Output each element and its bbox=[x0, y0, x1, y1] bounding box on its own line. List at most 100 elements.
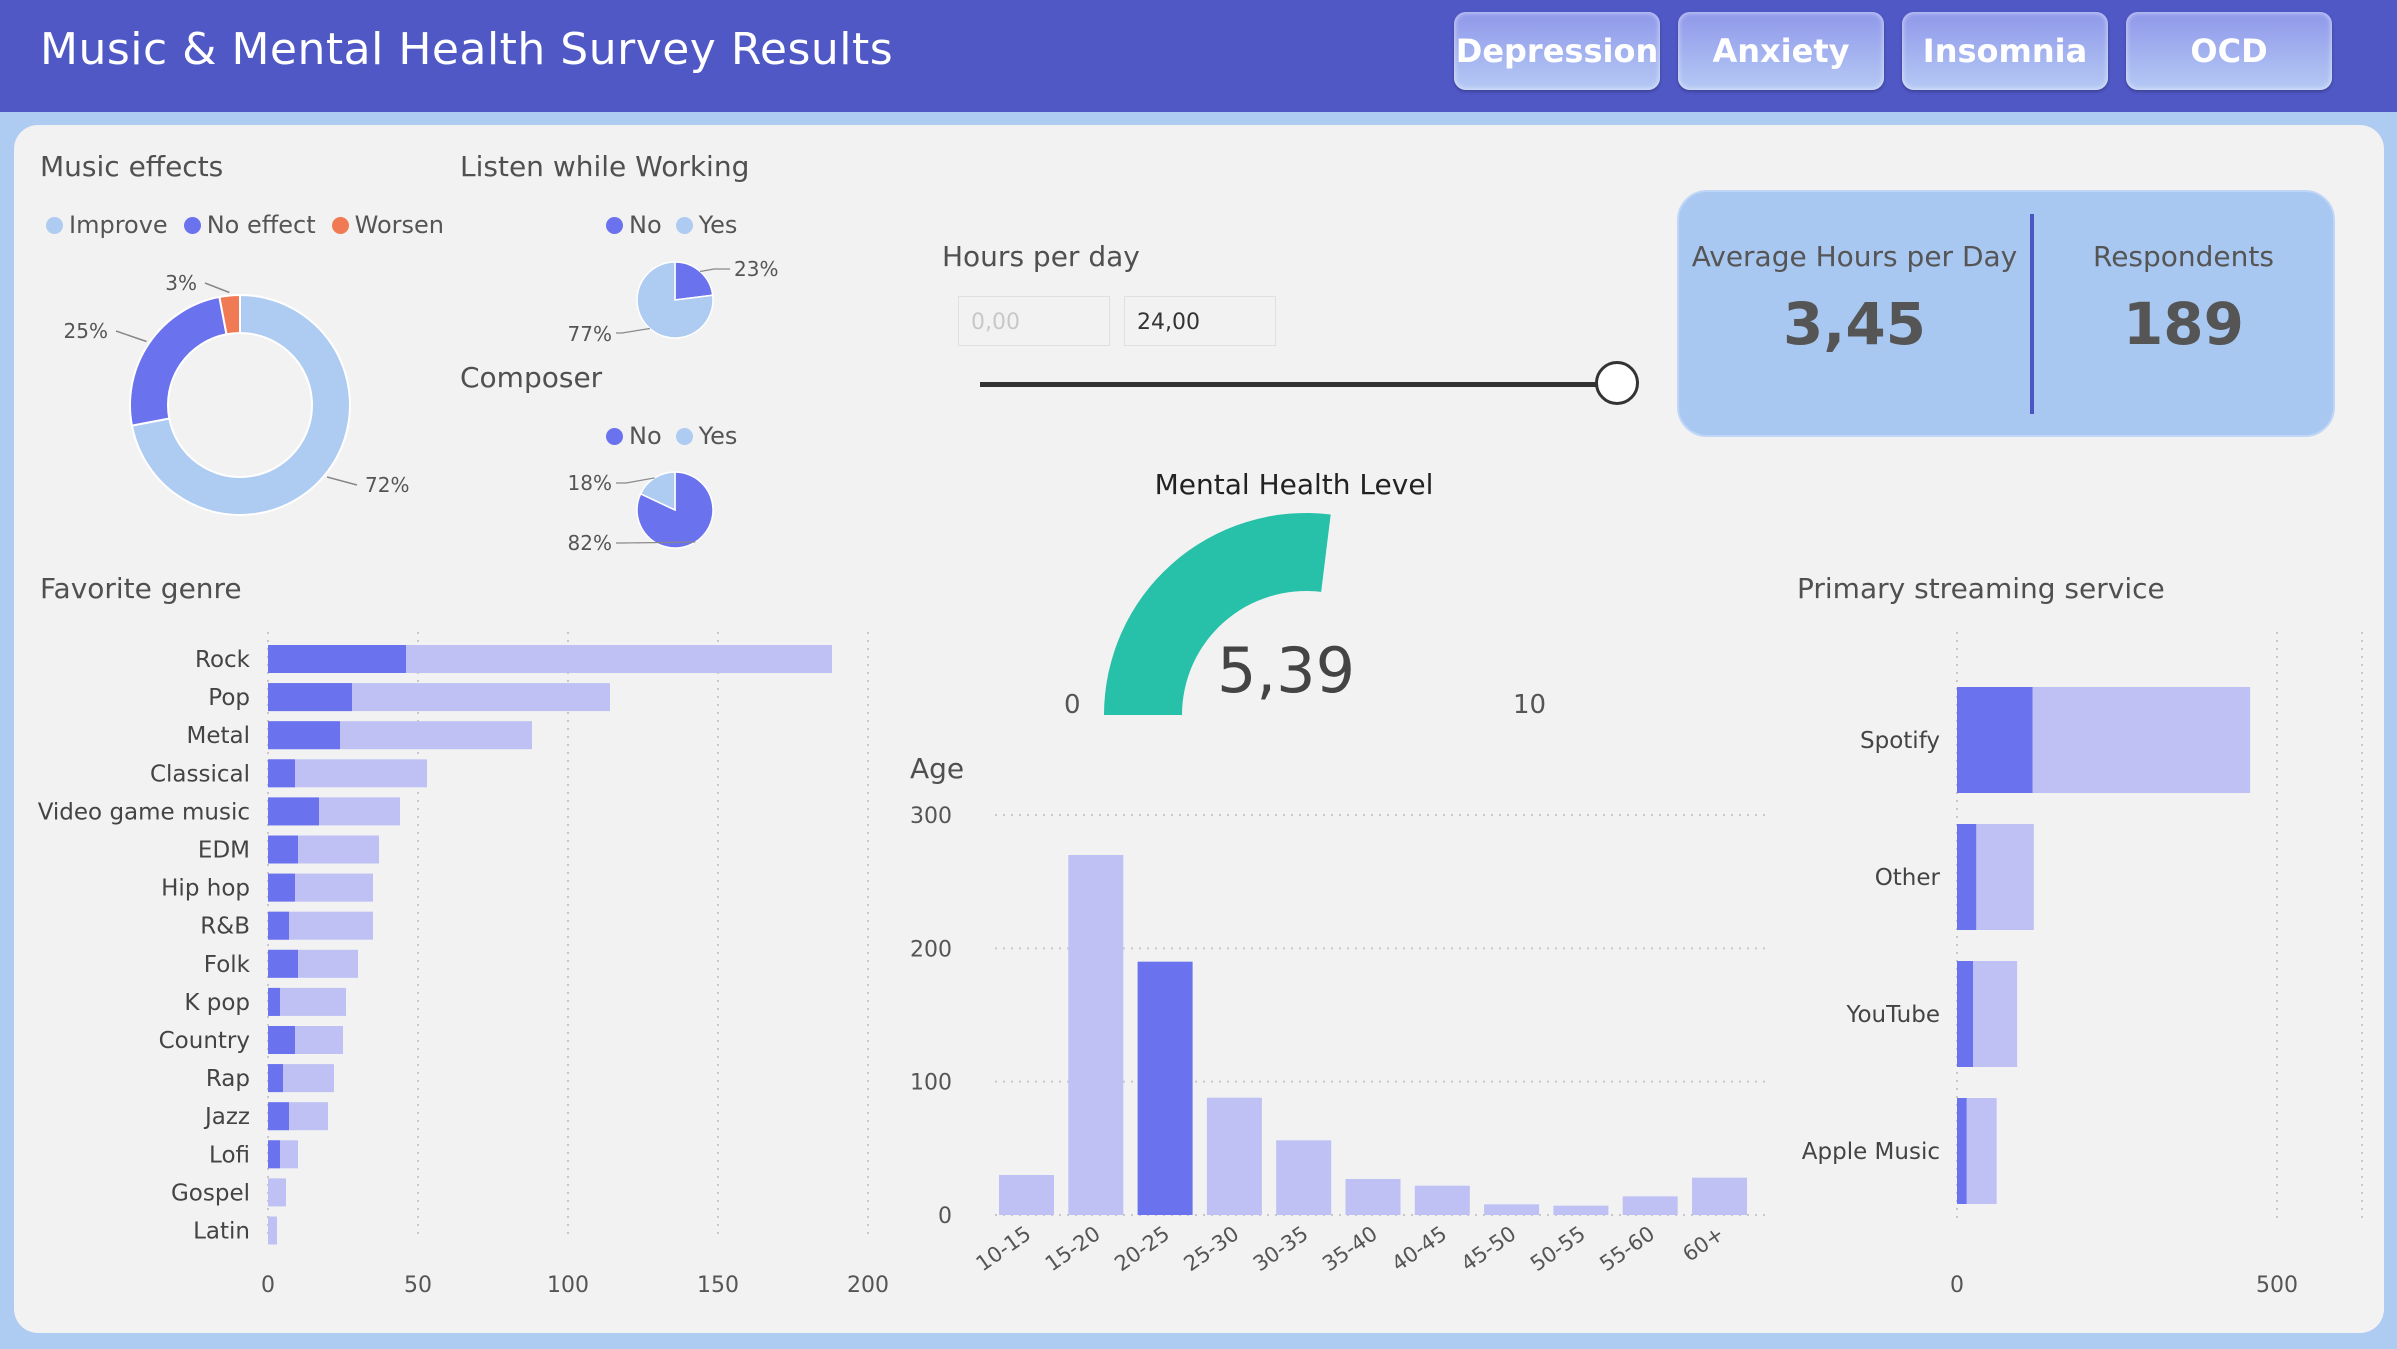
bar-highlight bbox=[268, 911, 289, 940]
category-label: Country bbox=[159, 1028, 250, 1054]
legend-dot-worsen bbox=[331, 216, 349, 234]
music-effects-donut: 72% 25% 3% bbox=[64, 271, 409, 516]
legend-yes: Yes bbox=[698, 422, 738, 450]
category-label: Folk bbox=[204, 952, 251, 978]
bar-highlight bbox=[268, 721, 340, 750]
tab-insomnia[interactable]: Insomnia bbox=[1902, 12, 2108, 90]
legend-dot-no-effect bbox=[183, 216, 201, 234]
age-chart: 0 100 200 300 10-15 15-20 20-25 25-30 30-35 35-40… bbox=[910, 804, 1770, 1276]
bar-highlight bbox=[268, 797, 319, 826]
listen-working-title: Listen while Working bbox=[460, 150, 750, 183]
bar bbox=[1414, 1185, 1470, 1215]
category-label: YouTube bbox=[1845, 1002, 1940, 1028]
composer-pie: 18% 82% bbox=[568, 471, 714, 555]
data-label: 82% bbox=[568, 531, 612, 555]
bar-highlight bbox=[268, 987, 280, 1016]
bar bbox=[1206, 1097, 1262, 1215]
x-tick-label: 0 bbox=[1950, 1273, 1964, 1298]
category-label: Gospel bbox=[171, 1180, 250, 1206]
category-label: Rock bbox=[195, 647, 251, 673]
streaming-title: Primary streaming service bbox=[1797, 572, 2165, 605]
slice-no-effect bbox=[129, 295, 228, 427]
category-label: Video game music bbox=[38, 799, 250, 825]
leader-line bbox=[204, 282, 230, 294]
composer-title: Composer bbox=[460, 361, 603, 394]
hours-slider-title: Hours per day bbox=[942, 240, 1140, 273]
x-tick-label: 40-45 bbox=[1387, 1221, 1451, 1276]
x-tick-label: 50-55 bbox=[1526, 1221, 1590, 1276]
category-label: R&B bbox=[200, 914, 250, 940]
age-title: Age bbox=[910, 752, 965, 785]
leader-line bbox=[326, 476, 358, 486]
hours-max-input[interactable]: 24,00 bbox=[1124, 296, 1276, 346]
bar bbox=[999, 1175, 1054, 1215]
bar bbox=[1692, 1177, 1747, 1215]
tab-depression[interactable]: Depression bbox=[1454, 12, 1660, 90]
gauge-min-label: 0 bbox=[1064, 690, 1081, 720]
bar-highlight bbox=[1957, 687, 2033, 793]
category-label: Lofi bbox=[209, 1142, 250, 1168]
legend-dot-yes bbox=[675, 427, 693, 445]
category-label: EDM bbox=[198, 838, 250, 864]
legend-dot-yes bbox=[675, 216, 693, 234]
bar-highlight bbox=[268, 759, 295, 788]
slider-track[interactable] bbox=[980, 382, 1620, 387]
bar bbox=[1345, 1179, 1401, 1215]
bar-highlight bbox=[268, 835, 298, 864]
legend-no: No bbox=[629, 211, 662, 239]
streaming-chart: 0 500 Spotify Other YouTube Apple Music bbox=[1802, 632, 2363, 1298]
x-tick-label: 50 bbox=[404, 1273, 432, 1298]
legend-yes: Yes bbox=[698, 211, 738, 239]
bar bbox=[1137, 961, 1193, 1215]
bar bbox=[1484, 1204, 1540, 1215]
header-bar: Music & Mental Health Survey Results Dep… bbox=[0, 0, 2397, 112]
category-label: Apple Music bbox=[1802, 1139, 1940, 1165]
bar bbox=[1276, 1140, 1332, 1215]
x-tick-label: 500 bbox=[2256, 1273, 2298, 1298]
x-tick-label: 10-15 bbox=[972, 1221, 1036, 1276]
bar-highlight bbox=[1957, 961, 1973, 1067]
bar-highlight bbox=[268, 873, 295, 902]
x-tick-label: 35-40 bbox=[1318, 1221, 1382, 1276]
x-tick-label: 55-60 bbox=[1595, 1221, 1659, 1276]
bar bbox=[1622, 1196, 1678, 1215]
y-tick-label: 100 bbox=[910, 1071, 952, 1096]
x-tick-label: 45-50 bbox=[1457, 1221, 1521, 1276]
y-tick-label: 300 bbox=[910, 804, 952, 829]
bar-total bbox=[268, 1216, 277, 1245]
respondents-label: Respondents bbox=[2093, 240, 2274, 273]
category-label: Rap bbox=[206, 1066, 250, 1092]
x-tick-label: 30-35 bbox=[1249, 1221, 1313, 1276]
leader-line bbox=[115, 330, 147, 343]
gauge-max-label: 10 bbox=[1513, 690, 1546, 720]
bar bbox=[1068, 855, 1124, 1215]
legend-dot-improve bbox=[46, 216, 63, 234]
category-label: Hip hop bbox=[161, 876, 250, 902]
legend-worsen: Worsen bbox=[354, 211, 444, 239]
avg-hours-label: Average Hours per Day bbox=[1691, 240, 2018, 273]
category-label: Pop bbox=[208, 685, 250, 711]
x-tick-label: 20-25 bbox=[1110, 1221, 1174, 1276]
data-label: 77% bbox=[568, 322, 612, 346]
bar-highlight bbox=[268, 1102, 289, 1131]
bar-highlight bbox=[268, 683, 352, 712]
x-tick-label: 15-20 bbox=[1041, 1221, 1105, 1276]
category-label: Metal bbox=[187, 723, 251, 749]
tab-ocd[interactable]: OCD bbox=[2126, 12, 2332, 90]
category-label: Other bbox=[1875, 865, 1941, 891]
bar-total bbox=[268, 1178, 286, 1207]
x-tick-label: 150 bbox=[697, 1273, 739, 1298]
data-label: 72% bbox=[365, 473, 409, 497]
category-label: Jazz bbox=[203, 1104, 250, 1130]
tab-anxiety[interactable]: Anxiety bbox=[1678, 12, 1884, 90]
legend-dot-no bbox=[606, 427, 623, 445]
favorite-genre-chart: 0 50 100 150 200 Rock Pop Metal Classical Video g… bbox=[38, 632, 889, 1298]
hours-min-input[interactable]: 0,00 bbox=[958, 296, 1110, 346]
x-tick-label: 200 bbox=[847, 1273, 889, 1298]
legend-dot-no bbox=[606, 216, 623, 234]
avg-hours-value: 3,45 bbox=[1782, 290, 1927, 358]
category-label: Latin bbox=[193, 1219, 250, 1245]
slider-handle[interactable] bbox=[1595, 361, 1639, 405]
bar-highlight bbox=[1957, 824, 1977, 930]
kpi-card: Average Hours per Day 3,45 Respondents 1… bbox=[1677, 190, 2335, 437]
